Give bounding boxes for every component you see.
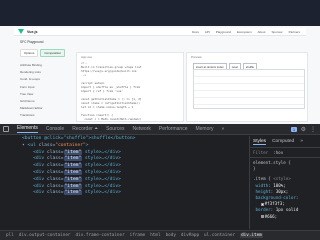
nav-link[interactable]: Partners [289,30,300,34]
rule-close: } [253,166,256,172]
dom-node[interactable]: ▾ <ul class="container"> [22,143,248,150]
devtools-panel: Elements Console Recorder ⏶ Sources Netw… [0,124,320,240]
breadcrumb-item[interactable]: body [166,233,176,238]
vue-logo-icon [18,29,24,34]
tab-options[interactable]: Options [20,49,39,57]
playground-navbar: Vue.js Docs API Playground Ecosystem Abo… [14,28,306,36]
breadcrumb-item[interactable]: div#app [181,233,199,238]
hover-state-toggle[interactable]: :hov [273,150,283,155]
dom-node[interactable]: <div class="item" style>…</div> [22,176,248,184]
brand-name[interactable]: Vue.js [27,30,37,34]
inspect-element-icon[interactable] [3,126,9,132]
tab-composition[interactable]: Composition [40,49,66,57]
devtools-tab-bar: Elements Console Recorder ⏶ Sources Netw… [0,124,320,135]
tab-console[interactable]: Console [46,126,64,132]
preview-list-item [194,77,304,84]
nav-link[interactable]: Docs [192,30,199,34]
breadcrumb-item[interactable]: div.output-container [19,233,71,238]
examples-sidebar: SFC Playground Options Composition Attri… [20,40,72,120]
color-swatch-icon [260,215,264,219]
nav-link[interactable]: API [205,30,210,34]
nav-link[interactable]: About [258,30,266,34]
filter-input[interactable]: Filter [253,150,268,155]
sidebar-item[interactable]: Rendering Lists [20,70,72,74]
breadcrumb-item[interactable]: div.frame-container [76,233,125,238]
color-swatch-icon [260,202,264,206]
preview-list-item [194,91,304,98]
dom-node[interactable]: <div class="item" style>…</div> [22,163,248,170]
tab-network[interactable]: Network [133,126,151,132]
style-prop-value[interactable]: #666; [253,214,317,220]
more-vert-icon[interactable]: ⋮ [310,126,316,133]
more-tabs-button[interactable]: » [222,126,225,132]
styles-filter[interactable]: Filter :hov [250,148,320,158]
dom-node[interactable]: <div class="item" style>…</div> [22,169,248,177]
gear-icon[interactable]: ⚙ [301,126,306,133]
preview-pane: Preview insert at random index reset shu… [186,52,308,122]
preview-list-item [194,98,304,105]
breadcrumb-item[interactable]: ul.container [204,233,235,238]
sidebar-item[interactable]: Form Input [20,85,72,89]
item-style-rule[interactable]: .item { <style> width: 100%; height: 30p… [250,174,320,221]
nav-link[interactable]: Sponsor [271,30,282,34]
breadcrumb-item[interactable]: pll [6,233,14,238]
sidebar-item[interactable]: Tree View [20,92,72,96]
preview-list-item [194,70,304,77]
breadcrumb-item[interactable]: iframe [130,233,146,238]
sidebar-item[interactable]: Markdown Editor [20,106,72,110]
sidebar-heading: SFC Playground [20,40,44,44]
preview-list-item [194,84,304,91]
dom-tree[interactable]: <button @click="shuffle">shuffle</button… [0,136,248,229]
nav-link[interactable]: Ecosystem [237,30,252,34]
breadcrumb-item[interactable]: html [150,233,160,238]
preview-title: Preview [191,55,202,59]
nav-link[interactable]: Playground [216,30,231,34]
editor-code[interactable]: <!-- Built-in transition-group wraps lis… [81,61,142,121]
element-style-rule[interactable]: element.style { } [250,158,320,174]
tab-styles[interactable]: Styles [253,139,267,145]
preview-item-list [193,69,305,109]
browser-top-area [0,0,320,26]
element-breadcrumbs: pll div.output-container div.frame-contain… [0,230,320,240]
breadcrumb-item[interactable]: div.item [240,233,263,238]
editor-file-tab[interactable]: App.vue [81,55,92,59]
dom-node[interactable]: <button @click="shuffle">shuffle</button… [22,136,248,143]
sidebar-item[interactable]: Grid Demo [20,99,72,103]
tab-performance[interactable]: Performance [159,126,188,132]
sidebar-item[interactable]: Transitions [20,113,72,117]
tab-computed[interactable]: Computed [272,139,294,145]
devtools-actions: 1 ⚙ ⋮ [291,126,316,133]
styles-tab-bar: Styles Computed » [250,136,320,148]
sidebar-item[interactable]: Attribute Binding [20,63,72,67]
tab-recorder[interactable]: Recorder ⏶ [72,126,98,132]
styles-pane: Styles Computed » Filter :hov element.st… [249,136,320,229]
sidebar-item[interactable]: Cond. & Loops [20,77,72,81]
api-style-tabs: Options Composition [20,49,72,57]
tab-memory[interactable]: Memory [195,126,213,132]
tab-elements[interactable]: Elements [17,125,38,133]
more-style-tabs[interactable]: » [300,139,303,145]
tab-sources[interactable]: Sources [106,126,124,132]
code-editor[interactable]: App.vue <!-- Built-in transition-group w… [76,52,184,122]
dom-node[interactable]: <div class="item" style>…</div> [22,190,248,197]
issues-badge[interactable]: 1 [291,126,297,132]
nav-links: Docs API Playground Ecosystem About Spon… [192,30,300,34]
